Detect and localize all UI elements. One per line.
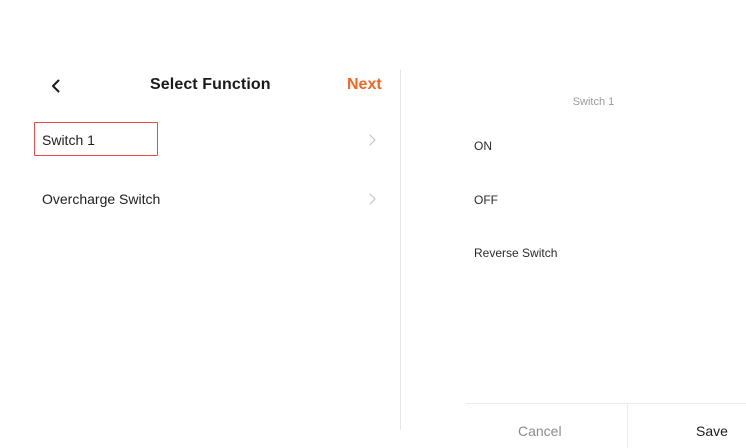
option-on[interactable]: ON xyxy=(474,139,492,153)
function-label: Overcharge Switch xyxy=(42,191,161,207)
footer-divider xyxy=(627,404,628,448)
option-picker-panel: Switch 1 ON OFF Reverse Switch Cancel Sa… xyxy=(401,0,746,448)
chevron-left-icon xyxy=(52,79,60,93)
chevron-right-icon xyxy=(369,134,376,146)
header-bar: Select Function Next xyxy=(0,66,400,110)
page-title: Select Function xyxy=(150,76,271,93)
picker-footer: Cancel Save xyxy=(466,403,746,448)
cancel-button[interactable]: Cancel xyxy=(518,423,562,439)
next-button[interactable]: Next xyxy=(347,76,382,94)
picker-title: Switch 1 xyxy=(572,96,615,108)
option-off[interactable]: OFF xyxy=(474,193,498,207)
function-row-switch-1[interactable]: Switch 1 xyxy=(0,121,400,161)
function-row-overcharge-switch[interactable]: Overcharge Switch xyxy=(0,180,400,220)
function-list-panel: Select Function Next Switch 1 Overcharge… xyxy=(0,0,400,447)
chevron-right-icon xyxy=(369,193,376,205)
option-reverse-switch[interactable]: Reverse Switch xyxy=(474,246,557,260)
function-label: Switch 1 xyxy=(42,132,95,148)
back-button[interactable] xyxy=(44,74,68,98)
save-button[interactable]: Save xyxy=(696,423,728,439)
